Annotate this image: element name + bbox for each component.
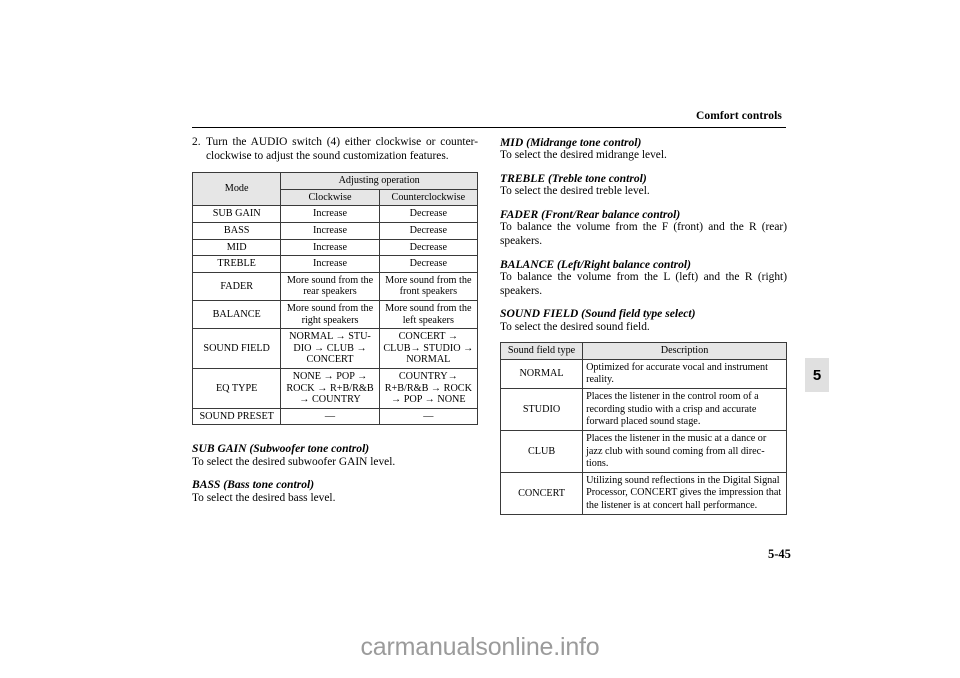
table-header-row: Mode Adjusting operation: [191, 172, 478, 207]
cell-mode: TREBLE: [191, 255, 282, 273]
cell-clockwise: NONE → POP → ROCK → R+B/R&B → COUNTRY: [280, 367, 380, 409]
chapter-tab-marker: 5: [805, 358, 829, 392]
cell-mode: MID: [191, 238, 282, 257]
sound-field-type-table: Sound field type Description NORMAL Opti…: [499, 342, 787, 516]
cell-clockwise: More sound from the rear speakers: [280, 271, 380, 301]
running-header: Comfort controls: [695, 110, 782, 122]
definition-treble: TREBLE (Treble tone control) To select t…: [500, 172, 787, 199]
watermark: carmanualsonline.info: [360, 633, 600, 661]
table-header-row: Sound field type Description: [499, 342, 787, 360]
cell-clockwise: More sound from the right speakers: [280, 299, 380, 330]
adjusting-operation-table: Mode Adjusting operation Clockwise Count…: [191, 172, 479, 426]
cell-mode: SUB GAIN: [191, 205, 282, 223]
column-header-mode: Mode: [191, 172, 282, 207]
cell-mode: EQ TYPE: [191, 367, 282, 409]
definition-body: To select the desired bass level.: [192, 491, 336, 504]
table-row: BASS Increase Decrease: [191, 221, 479, 240]
right-column: MID (Midrange tone control) To select th…: [499, 136, 787, 516]
definition-bass: BASS (Bass tone control) To select the d…: [192, 478, 478, 505]
cell-counterclockwise: Decrease: [378, 205, 479, 223]
table-row: TREBLE Increase Decrease: [191, 255, 479, 273]
cell-clockwise: NORMAL → STU-DIO → CLUB → CONCERT: [280, 328, 380, 369]
definition-title: SUB GAIN (Subwoofer tone control): [192, 442, 370, 456]
column-header-sound-field-type: Sound field type: [499, 342, 584, 360]
column-header-clockwise: Clockwise: [280, 188, 380, 207]
cell-description: Places the listener in the music at a da…: [582, 430, 787, 474]
definition-title: BALANCE (Left/Right balance control): [500, 257, 691, 271]
cell-counterclockwise: Decrease: [378, 255, 479, 273]
definition-title: BASS (Bass tone control): [192, 478, 315, 492]
definition-title: FADER (Front/Rear balance control): [500, 208, 681, 221]
table-row: SOUND PRESET — —: [191, 407, 479, 426]
table-row: EQ TYPE NONE → POP → ROCK → R+B/R&B → CO…: [191, 367, 479, 409]
cell-clockwise: Increase: [280, 205, 380, 223]
definition-body: To select the desired treble level.: [500, 185, 650, 198]
table-row: BALANCE More sound from the right speake…: [191, 299, 479, 330]
cell-counterclockwise: More sound from the front speakers: [378, 271, 479, 301]
cell-clockwise: —: [280, 407, 380, 426]
cell-sound-field-type: NORMAL: [499, 358, 584, 390]
cell-description: Optimized for accurate vocal and instrum…: [582, 358, 787, 390]
cell-mode: FADER: [191, 271, 282, 301]
definition-sound-field: SOUND FIELD (Sound field type select) To…: [500, 307, 787, 334]
cell-counterclockwise: —: [378, 407, 479, 426]
step-item: 2. Turn the AUDIO switch (4) either cloc…: [192, 136, 478, 163]
cell-sound-field-type: STUDIO: [499, 388, 584, 432]
cell-mode: SOUND PRESET: [191, 407, 282, 426]
step-number: 2.: [192, 136, 201, 148]
cell-clockwise: Increase: [280, 221, 380, 240]
cell-mode: SOUND FIELD: [191, 328, 282, 369]
definition-mid: MID (Midrange tone control) To select th…: [500, 136, 787, 163]
cell-counterclockwise: CONCERT → CLUB→ STUDIO → NORMAL: [378, 328, 479, 369]
definition-fader: FADER (Front/Rear balance control) To ba…: [500, 208, 787, 249]
column-header-counterclockwise: Counterclockwise: [378, 188, 479, 207]
manual-page: Comfort controls 2. Turn the AUDIO switc…: [0, 0, 960, 678]
cell-clockwise: Increase: [280, 238, 380, 257]
table-row: SOUND FIELD NORMAL → STU-DIO → CLUB → CO…: [191, 328, 479, 369]
definition-body: To select the desired midrange level.: [500, 149, 667, 162]
cell-counterclockwise: COUNTRY→ R+B/R&B → ROCK → POP → NONE: [378, 367, 479, 409]
column-header-description: Description: [582, 342, 787, 360]
definition-title: SOUND FIELD (Sound field type select): [500, 307, 696, 321]
table-row: FADER More sound from the rear speakers …: [191, 271, 479, 301]
cell-description: Places the listener in the control room …: [582, 388, 787, 432]
cell-counterclockwise: More sound from the left speakers: [378, 299, 479, 330]
left-column: 2. Turn the AUDIO switch (4) either cloc…: [191, 136, 479, 505]
cell-clockwise: Increase: [280, 255, 380, 273]
definition-balance: BALANCE (Left/Right balance control) To …: [500, 258, 787, 299]
table-row: CLUB Places the listener in the music at…: [499, 430, 787, 474]
table-row: CONCERT Utilizing sound reflections in t…: [499, 472, 787, 516]
column-header-adjusting-operation: Adjusting operation: [280, 172, 478, 190]
table-row: SUB GAIN Increase Decrease: [191, 205, 479, 223]
definition-title: TREBLE (Treble tone control): [500, 172, 647, 185]
cell-mode: BALANCE: [191, 299, 282, 330]
table-row: STUDIO Places the listener in the contro…: [499, 388, 787, 432]
cell-mode: BASS: [191, 221, 282, 240]
cell-counterclockwise: Decrease: [378, 238, 479, 257]
definition-sub-gain: SUB GAIN (Subwoofer tone control) To sel…: [192, 442, 478, 469]
definition-body: To select the desired subwoofer GAIN lev…: [192, 455, 396, 468]
header-rule: [192, 127, 786, 128]
cell-sound-field-type: CLUB: [499, 430, 584, 474]
definition-body: To balance the volume from the F (front)…: [500, 221, 787, 247]
table-row: MID Increase Decrease: [191, 238, 479, 257]
step-text: Turn the AUDIO switch (4) either clockwi…: [206, 136, 478, 162]
page-number: 5-45: [768, 547, 791, 561]
definition-body: To select the desired sound field.: [500, 320, 650, 333]
definition-title: MID (Midrange tone control): [500, 136, 642, 149]
cell-sound-field-type: CONCERT: [499, 472, 584, 516]
table-row: NORMAL Optimized for accurate vocal and …: [499, 358, 787, 390]
cell-counterclockwise: Decrease: [378, 221, 479, 240]
cell-description: Utilizing sound reflections in the Digit…: [582, 472, 787, 516]
definition-body: To balance the volume from the L (left) …: [500, 271, 787, 297]
